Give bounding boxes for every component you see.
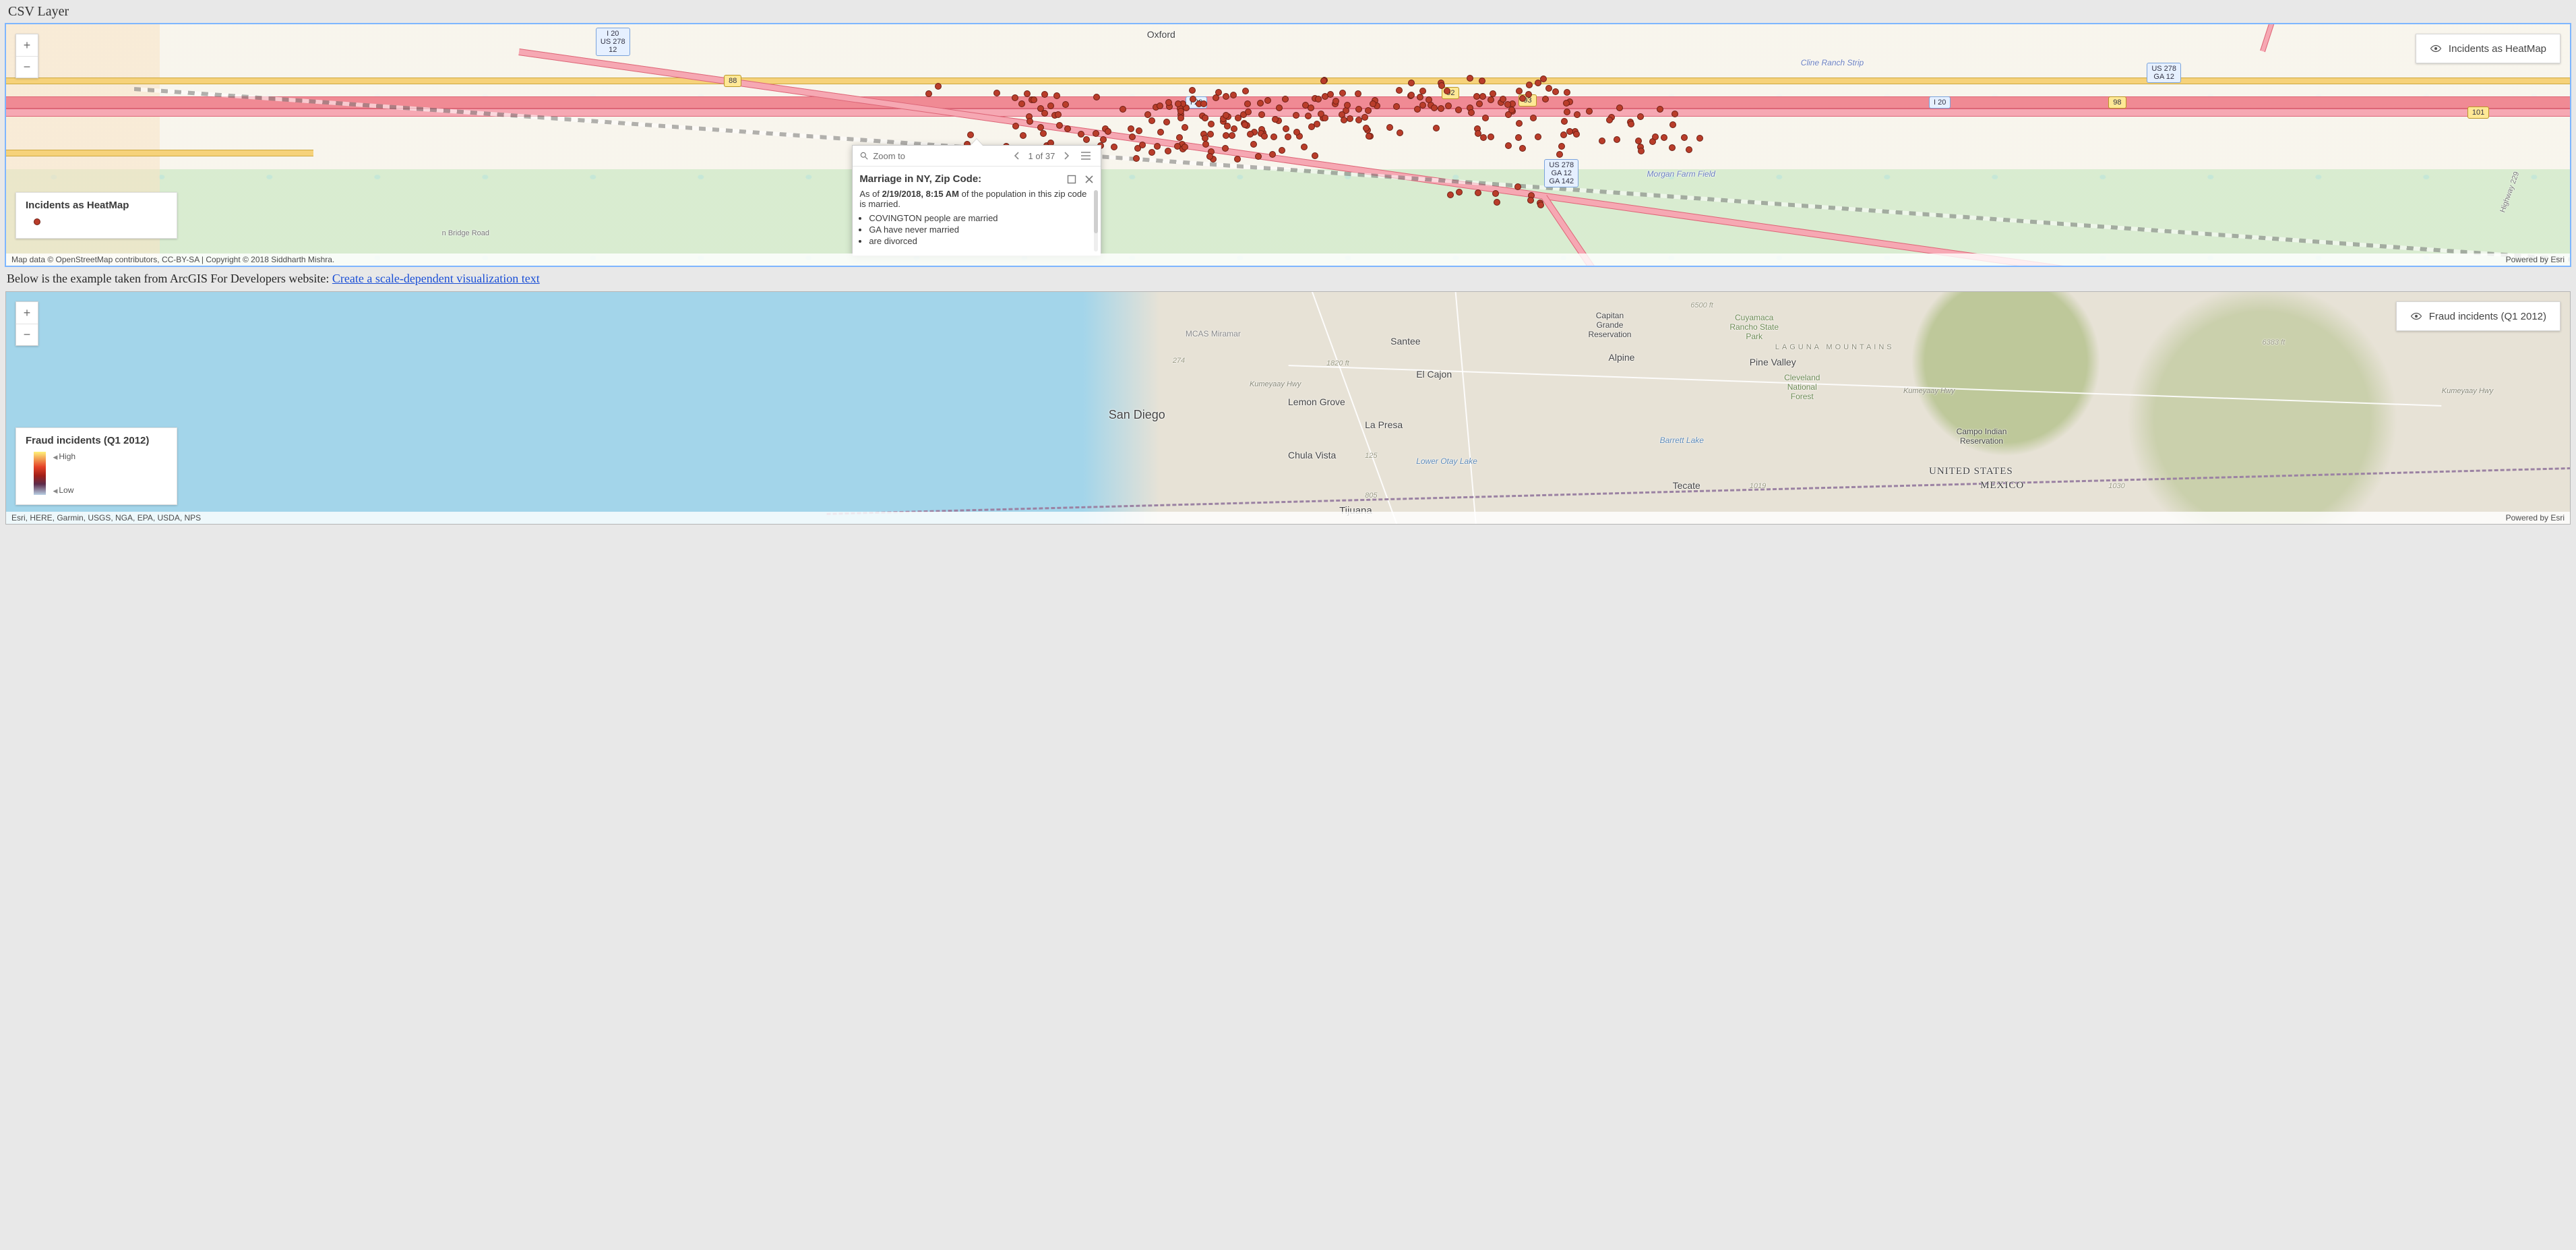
road-shield: 93 — [1519, 94, 1536, 107]
popup-bullet-list: COVINGTON people are married GA have nev… — [869, 213, 1094, 246]
popup-dock-button[interactable] — [1067, 175, 1076, 184]
popup-close-button[interactable] — [1084, 175, 1094, 184]
eye-icon — [2430, 42, 2442, 55]
city-label: Santee — [1390, 336, 1420, 347]
legend-title: Fraud incidents (Q1 2012) — [26, 435, 162, 446]
popup-asof: As of 2/19/2018, 8:15 AM of the populati… — [859, 189, 1094, 209]
city-label: Chula Vista — [1288, 450, 1336, 460]
zoom-control: + − — [16, 301, 38, 346]
poi-label-airport: Morgan Farm Field — [1647, 169, 1715, 179]
road-shield: I 20 — [1186, 96, 1207, 109]
attribution-right: Powered by Esri — [2506, 255, 2565, 264]
country-label: UNITED STATES — [1929, 466, 2013, 477]
popup-prev-button[interactable] — [1011, 150, 1023, 161]
road-shield: US 278 GA 12 — [2147, 63, 2181, 83]
chevron-right-icon — [1063, 152, 1070, 160]
water-label: Barrett Lake — [1660, 436, 1704, 445]
range-label: LAGUNA MOUNTAINS — [1775, 343, 1895, 351]
road-label: Kumeyaay Hwy — [1250, 380, 1301, 388]
map-csv-layer[interactable]: I 20 US 278 12 I 20 I 20 US 278 GA 12 US… — [5, 24, 2571, 266]
legend-title: Incidents as HeatMap — [26, 200, 162, 211]
road-shield: 98 — [2108, 96, 2126, 109]
example-link[interactable]: Create a scale-dependent visualization t… — [332, 272, 540, 285]
city-label: San Diego — [1109, 408, 1165, 422]
attribution-right: Powered by Esri — [2506, 513, 2565, 523]
popup-actions-button[interactable] — [1078, 150, 1094, 162]
city-label: Alpine — [1609, 352, 1635, 363]
park-label: Cuyamaca Rancho State Park — [1724, 313, 1785, 341]
poi-label: MCAS Miramar — [1186, 329, 1241, 338]
legend-high-label: High — [59, 452, 75, 461]
popup-bullet: are divorced — [869, 236, 1094, 246]
road-label: Kumeyaay Hwy — [1903, 387, 1955, 395]
dock-icon — [1067, 175, 1076, 184]
road-shield: US 278 GA 12 GA 142 — [1544, 159, 1578, 187]
road-shield: 88 — [724, 75, 741, 87]
zoom-in-button[interactable]: + — [16, 34, 38, 56]
popup-bullet: COVINGTON people are married — [869, 213, 1094, 223]
reservation-label: Campo Indian Reservation — [1955, 427, 2008, 446]
example-caption: Below is the example taken from ArcGIS F… — [7, 272, 2569, 286]
hamburger-icon — [1080, 151, 1091, 160]
road-label: n Bridge Road — [442, 229, 489, 237]
terrain-basemap — [6, 292, 2570, 524]
road-shield: I 20 — [1929, 96, 1951, 109]
elev-label: 125 — [1365, 452, 1377, 460]
elev-label: 1019 — [1750, 482, 1766, 490]
road-shield: 92 — [1442, 87, 1459, 99]
attribution-bar: Map data © OpenStreetMap contributors, C… — [6, 254, 2570, 266]
magnifier-icon — [859, 151, 869, 160]
city-label: Tecate — [1673, 480, 1700, 491]
poi-label-airstrip: Cline Ranch Strip — [1801, 58, 1864, 67]
elev-label: 1820 ft — [1326, 359, 1349, 367]
city-label-oxford: Oxford — [1147, 29, 1175, 40]
attribution-bar: Esri, HERE, Garmin, USGS, NGA, EPA, USDA… — [6, 512, 2570, 524]
zoom-out-button[interactable]: − — [16, 324, 38, 345]
reservation-label: Capitan Grande Reservation — [1583, 311, 1636, 339]
layer-toggle-label: Fraud incidents (Q1 2012) — [2429, 311, 2546, 322]
popup-title: Marriage in NY, Zip Code: — [859, 173, 981, 185]
legend-low-label: Low — [59, 485, 73, 495]
chevron-left-icon — [1014, 152, 1020, 160]
map-fraud-incidents[interactable]: San Diego Tijuana Chula Vista La Presa E… — [5, 291, 2571, 525]
elev-label: 1030 — [2108, 482, 2124, 490]
legend: Incidents as HeatMap — [16, 192, 177, 239]
popup-bullet: GA have never married — [869, 225, 1094, 235]
legend-ramp-icon — [34, 452, 46, 495]
legend-swatch-icon — [34, 218, 40, 225]
city-label: La Presa — [1365, 419, 1403, 430]
city-label: El Cajon — [1416, 369, 1452, 380]
elev-label: 6383 ft — [2263, 338, 2286, 347]
popup-zoom-to[interactable]: Zoom to — [859, 151, 905, 161]
elev-label: 274 — [1173, 357, 1185, 365]
layer-toggle-label: Incidents as HeatMap — [2449, 43, 2546, 55]
osm-basemap — [6, 24, 2570, 266]
page-title: CSV Layer — [8, 4, 2571, 20]
elev-label: 6500 ft — [1690, 301, 1713, 309]
popup-zoom-to-label: Zoom to — [873, 151, 905, 161]
popup-pager: 1 of 37 — [1029, 151, 1055, 161]
legend: Fraud incidents (Q1 2012) ◀High ◀Low — [16, 427, 177, 505]
feature-popup: Zoom to 1 of 37 — [852, 145, 1101, 256]
popup-next-button[interactable] — [1060, 150, 1072, 161]
eye-icon — [2410, 310, 2422, 322]
country-label: MEXICO — [1980, 480, 2024, 492]
attribution-left: Map data © OpenStreetMap contributors, C… — [11, 255, 334, 264]
park-label: Cleveland National Forest — [1775, 373, 1829, 401]
popup-scrollbar[interactable] — [1094, 190, 1098, 251]
road-label: Kumeyaay Hwy — [2442, 387, 2493, 395]
zoom-out-button[interactable]: − — [16, 56, 38, 78]
attribution-left: Esri, HERE, Garmin, USGS, NGA, EPA, USDA… — [11, 513, 201, 523]
close-icon — [1084, 175, 1094, 184]
elev-label: 805 — [1365, 492, 1377, 500]
road-shield: I 20 US 278 12 — [596, 28, 630, 56]
water-label: Lower Otay Lake — [1416, 456, 1477, 466]
layer-toggle[interactable]: Fraud incidents (Q1 2012) — [2396, 301, 2560, 331]
road-shield: 101 — [2467, 107, 2489, 119]
zoom-in-button[interactable]: + — [16, 302, 38, 324]
layer-toggle[interactable]: Incidents as HeatMap — [2416, 34, 2560, 63]
city-label: Pine Valley — [1750, 357, 1796, 367]
city-label: Lemon Grove — [1288, 396, 1345, 407]
zoom-control: + − — [16, 34, 38, 78]
